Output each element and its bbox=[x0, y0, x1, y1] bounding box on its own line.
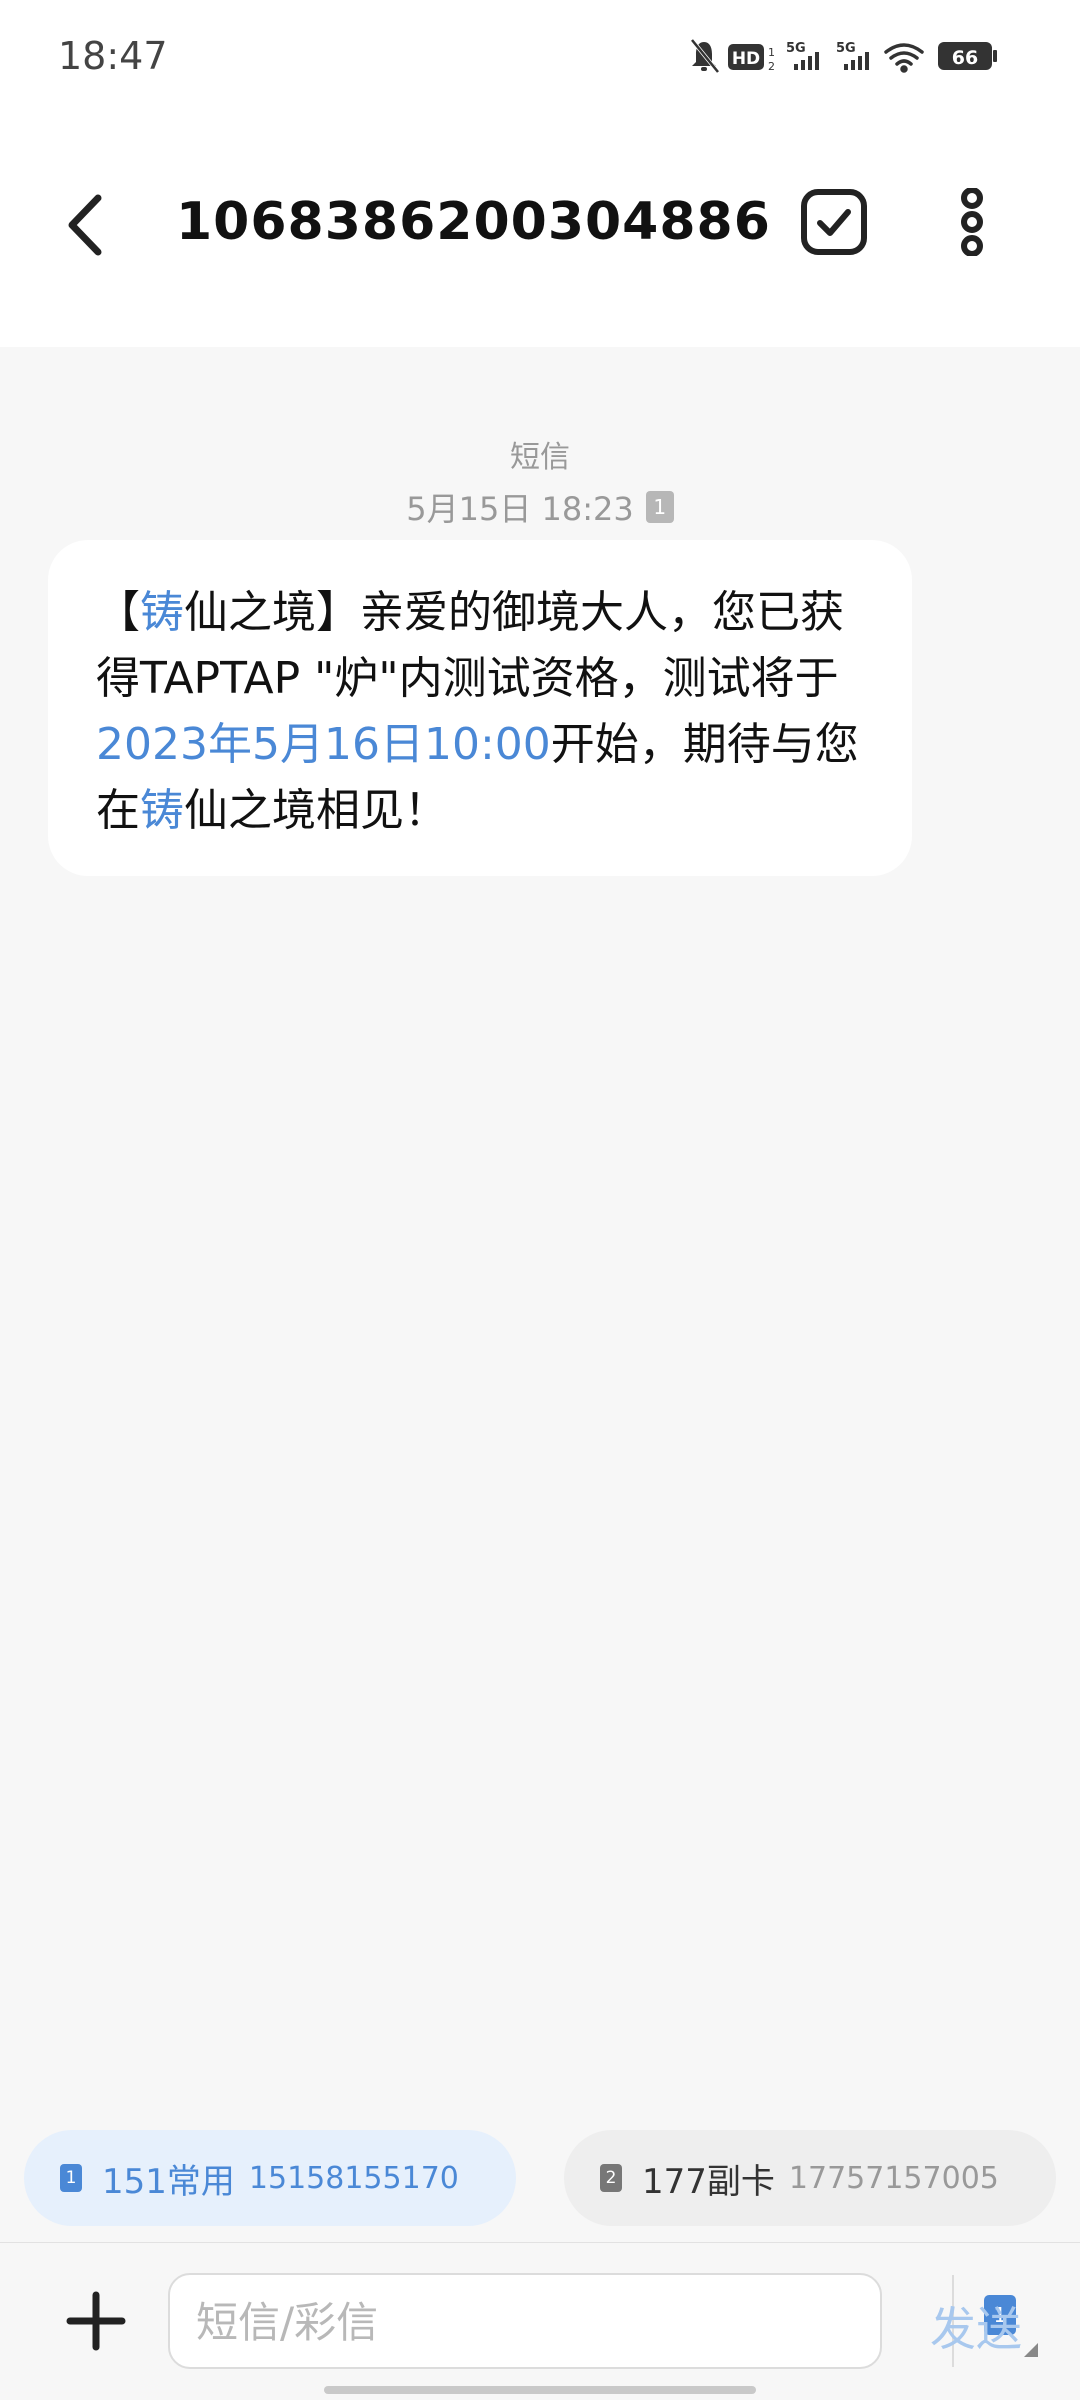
sim-name: 151常用 bbox=[102, 2161, 235, 2202]
svg-text:66: 66 bbox=[952, 47, 978, 69]
svg-text:2: 2 bbox=[768, 60, 775, 73]
message-date-link[interactable]: 2023年5月16日10:00 bbox=[96, 719, 551, 770]
status-bar: 18:47 HD 1 2 5G 5G 66 bbox=[0, 0, 1080, 112]
message-type-label: 短信 bbox=[510, 440, 570, 475]
more-vertical-icon bbox=[961, 187, 983, 257]
message-highlight-link[interactable]: 铸 bbox=[140, 587, 184, 638]
sim-number: 15158155170 bbox=[248, 2160, 459, 2196]
dropdown-corner-icon bbox=[1024, 2343, 1038, 2357]
status-time: 18:47 bbox=[58, 34, 168, 78]
message-segment: 仙之境相见！ bbox=[184, 785, 448, 836]
signal-5g-icon-2: 5G bbox=[836, 41, 869, 70]
compose-bar: 1 发送 bbox=[0, 2242, 1080, 2400]
status-icons: HD 1 2 5G 5G 66 bbox=[690, 36, 1020, 76]
select-messages-button[interactable] bbox=[800, 188, 868, 256]
message-time-row: 5月15日 18:23 1 bbox=[0, 484, 1080, 530]
battery-icon: 66 bbox=[938, 42, 997, 70]
message-meta: 短信 5月15日 18:23 1 bbox=[0, 432, 1080, 530]
sim-card-icon: 1 bbox=[60, 2164, 82, 2192]
page-title: 1068386200304886 bbox=[176, 192, 771, 252]
message-timestamp: 5月15日 18:23 bbox=[406, 490, 634, 528]
sim-option-1[interactable]: 1 151常用 15158155170 bbox=[24, 2130, 516, 2226]
wifi-icon bbox=[884, 43, 924, 73]
signal-5g-icon: 5G bbox=[786, 41, 819, 70]
conversation-header: 1068386200304886 bbox=[0, 112, 1080, 347]
back-arrow-icon bbox=[68, 194, 102, 256]
sim-card-icon: 2 bbox=[600, 2164, 622, 2192]
message-input[interactable] bbox=[194, 2275, 938, 2369]
back-button[interactable] bbox=[62, 190, 114, 260]
svg-text:5G: 5G bbox=[836, 41, 856, 56]
home-indicator[interactable] bbox=[324, 2386, 756, 2394]
checkbox-icon bbox=[801, 189, 867, 255]
svg-text:HD: HD bbox=[732, 49, 760, 69]
svg-text:5G: 5G bbox=[786, 41, 806, 56]
sim-name: 177副卡 bbox=[642, 2161, 775, 2202]
svg-text:1: 1 bbox=[768, 46, 775, 59]
bell-muted-icon bbox=[690, 38, 720, 74]
message-segment: 仙之境】亲爱的御境大人，您已获得TAPTAP "炉"内测试资格，测试将于 bbox=[96, 587, 844, 704]
plus-icon bbox=[66, 2291, 126, 2351]
message-highlight-link[interactable]: 铸 bbox=[140, 785, 184, 836]
more-options-button[interactable] bbox=[950, 187, 994, 257]
sim-option-2[interactable]: 2 177副卡 17757157005 bbox=[564, 2130, 1056, 2226]
message-bubble[interactable]: 【铸仙之境】亲爱的御境大人，您已获得TAPTAP "炉"内测试资格，测试将于20… bbox=[48, 540, 912, 876]
add-attachment-button[interactable] bbox=[66, 2291, 126, 2351]
sim-card-icon: 1 bbox=[645, 491, 674, 523]
send-button[interactable]: 发送 bbox=[930, 2293, 1022, 2359]
message-segment: 【 bbox=[96, 587, 140, 638]
sim-number: 17757157005 bbox=[788, 2160, 999, 2196]
message-input-box: 1 bbox=[168, 2273, 1038, 2369]
hd-icon: HD 1 2 bbox=[728, 44, 775, 73]
sim-selector-bar: 1 151常用 15158155170 2 177副卡 17757157005 bbox=[0, 2108, 1080, 2242]
